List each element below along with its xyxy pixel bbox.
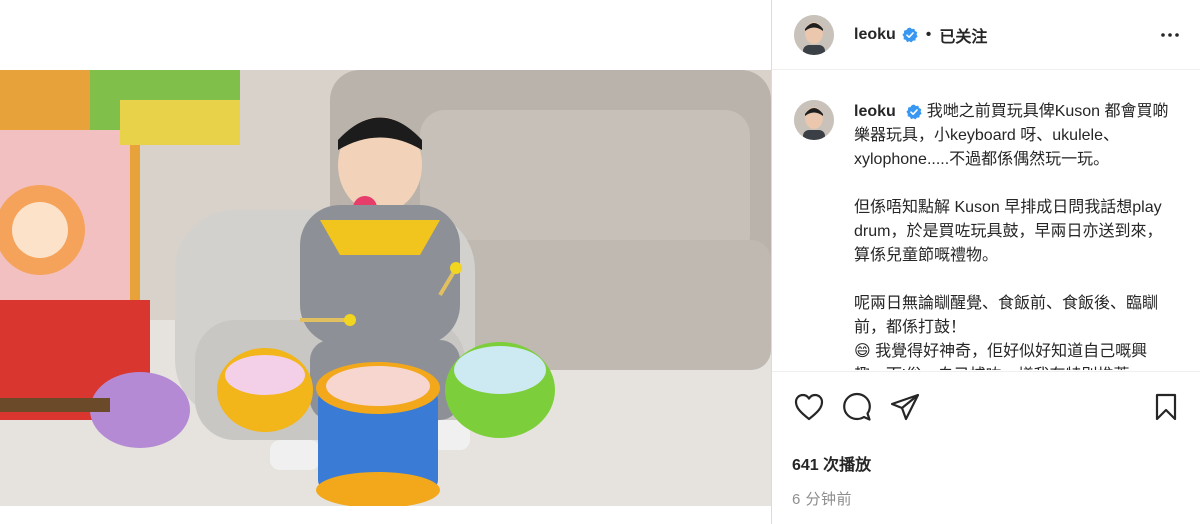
more-options-icon[interactable] bbox=[1158, 23, 1182, 47]
caption-avatar[interactable] bbox=[794, 100, 834, 140]
post-timestamp[interactable]: 6 分钟前 bbox=[792, 488, 1183, 509]
avatar[interactable] bbox=[794, 14, 834, 55]
comment-icon[interactable] bbox=[840, 390, 874, 424]
post-video[interactable] bbox=[0, 70, 771, 506]
post-side-panel: leoku • 已关注 leoku 我哋之前買玩具俾Kuson 都會買啲樂器玩具… bbox=[771, 0, 1200, 524]
caption-username[interactable]: leoku bbox=[854, 103, 896, 120]
follow-state-button[interactable]: 已关注 bbox=[939, 23, 987, 47]
actions-area: 641 次播放 6 分钟前 bbox=[772, 371, 1200, 509]
caption-paragraph-1: leoku 我哋之前買玩具俾Kuson 都會買啲樂器玩具，小keyboard 呀… bbox=[854, 100, 1174, 172]
caption-paragraph-3: 呢兩日無論瞓醒覺、食飯前、食飯後、臨瞓前，都係打鼓！ bbox=[854, 295, 1159, 336]
caption-paragraph-2: 但係唔知點解 Kuson 早排成日問我話想play drum，於是買咗玩具鼓，早… bbox=[854, 199, 1163, 264]
heart-icon[interactable] bbox=[792, 390, 826, 424]
caption-row: leoku 我哋之前買玩具俾Kuson 都會買啲樂器玩具，小keyboard 呀… bbox=[794, 100, 1183, 370]
caption-area: leoku 我哋之前買玩具俾Kuson 都會買啲樂器玩具，小keyboard 呀… bbox=[772, 70, 1200, 370]
verified-badge-icon bbox=[902, 27, 918, 43]
action-icons bbox=[792, 390, 1183, 424]
paper-plane-icon[interactable] bbox=[888, 390, 922, 424]
caption-text-1: 我哋之前買玩具俾Kuson 都會買啲樂器玩具，小keyboard 呀、ukule… bbox=[854, 103, 1169, 168]
view-count[interactable]: 641 次播放 bbox=[792, 451, 1183, 475]
caption-paragraph-4: 😄 我覺得好神奇，佢好似好知道自己嘅興趣，而’俗，自己捕咗，樣我有特別推薦 bbox=[854, 343, 1148, 370]
media-area bbox=[0, 0, 771, 524]
post-header: leoku • 已关注 bbox=[772, 0, 1200, 70]
caption-text: leoku 我哋之前買玩具俾Kuson 都會買啲樂器玩具，小keyboard 呀… bbox=[854, 100, 1174, 370]
header-username[interactable]: leoku bbox=[854, 26, 896, 44]
bookmark-icon[interactable] bbox=[1149, 390, 1183, 424]
separator-dot: • bbox=[925, 25, 932, 43]
caption-verified-badge-icon bbox=[906, 104, 922, 120]
